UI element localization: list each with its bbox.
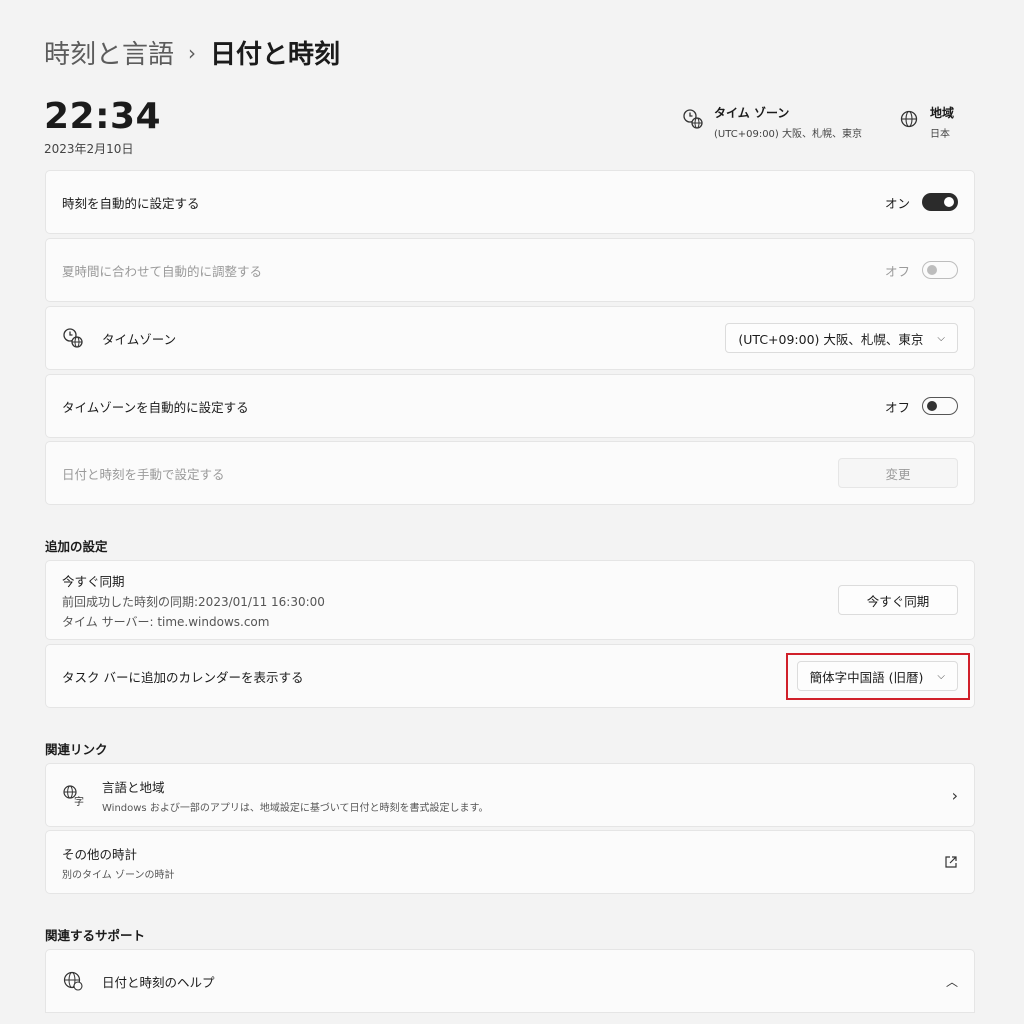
timezone-label: タイムゾーン [102, 331, 177, 347]
related-support-heading: 関連するサポート [45, 928, 146, 943]
date-time-help-title: 日付と時刻のヘルプ [102, 974, 215, 990]
date-time-help-card[interactable]: 日付と時刻のヘルプ ︿ [45, 949, 975, 1013]
globe-help-icon [63, 971, 83, 991]
header-region-title: 地域 [930, 106, 955, 120]
language-region-desc: Windows および一部のアプリは、地域設定に基づいて日付と時刻を書式設定しま… [102, 802, 489, 814]
header-region-value: 日本 [930, 129, 950, 140]
auto-time-card: 時刻を自動的に設定する オン [45, 170, 975, 234]
change-button[interactable]: 変更 [838, 458, 958, 488]
related-links-heading: 関連リンク [45, 742, 108, 757]
manual-time-card: 日付と時刻を手動で設定する 変更 [45, 441, 975, 505]
calendar-label: タスク バーに追加のカレンダーを表示する [62, 669, 304, 685]
breadcrumb-separator: › [188, 40, 197, 65]
header-timezone-value: (UTC+09:00) 大阪、札幌、東京 [714, 129, 863, 140]
breadcrumb: 時刻と言語 › 日付と時刻 [44, 34, 340, 71]
header-timezone-title: タイム ゾーン [714, 106, 790, 120]
chevron-down-icon: ⌵ [937, 332, 945, 344]
dst-card: 夏時間に合わせて自動的に調整する オフ [45, 238, 975, 302]
header-region: 地域 日本 [898, 104, 954, 140]
language-icon: 字 [63, 785, 84, 806]
auto-time-state: オン [884, 195, 910, 211]
current-date: 2023年2月10日 [44, 142, 134, 156]
auto-timezone-card: タイムゾーンを自動的に設定する オフ [45, 374, 975, 438]
highlight-box [786, 653, 970, 700]
other-clocks-link[interactable]: その他の時計 別のタイム ゾーンの時計 [45, 830, 975, 894]
clock-globe-icon [683, 109, 703, 129]
sync-title: 今すぐ同期 [62, 573, 125, 589]
additional-settings-heading: 追加の設定 [45, 539, 108, 554]
timezone-dropdown[interactable]: (UTC+09:00) 大阪、札幌、東京 ⌵ [725, 323, 958, 353]
timezone-dropdown-value: (UTC+09:00) 大阪、札幌、東京 [738, 331, 924, 347]
dst-toggle[interactable] [922, 261, 958, 279]
auto-time-label: 時刻を自動的に設定する [62, 195, 200, 211]
svg-text:字: 字 [74, 795, 84, 806]
other-clocks-title: その他の時計 [62, 846, 138, 862]
breadcrumb-parent[interactable]: 時刻と言語 [44, 34, 174, 71]
auto-time-toggle[interactable] [922, 193, 958, 211]
chevron-up-icon[interactable]: ︿ [946, 973, 958, 990]
current-time: 22:34 [44, 96, 162, 137]
dst-state: オフ [884, 263, 910, 279]
header-timezone: タイム ゾーン (UTC+09:00) 大阪、札幌、東京 [682, 104, 862, 140]
external-link-icon [945, 856, 957, 868]
auto-timezone-label: タイムゾーンを自動的に設定する [62, 399, 249, 415]
language-region-link[interactable]: 字 言語と地域 Windows および一部のアプリは、地域設定に基づいて日付と時… [45, 763, 975, 827]
manual-time-label: 日付と時刻を手動で設定する [62, 466, 225, 482]
last-sync-text: 前回成功した時刻の同期:2023/01/11 16:30:00 [62, 594, 325, 609]
chevron-right-icon: › [951, 785, 958, 805]
sync-now-button[interactable]: 今すぐ同期 [838, 585, 958, 615]
globe-icon [900, 110, 918, 128]
auto-timezone-state: オフ [884, 399, 910, 415]
sync-card: 今すぐ同期 前回成功した時刻の同期:2023/01/11 16:30:00 タイ… [45, 560, 975, 640]
other-clocks-desc: 別のタイム ゾーンの時計 [62, 869, 175, 881]
language-region-title: 言語と地域 [102, 779, 165, 795]
auto-timezone-toggle[interactable] [922, 397, 958, 415]
clock-globe-icon [63, 328, 83, 348]
page-title: 日付と時刻 [210, 40, 341, 70]
dst-label: 夏時間に合わせて自動的に調整する [62, 263, 263, 279]
time-server-text: タイム サーバー: time.windows.com [62, 614, 270, 629]
timezone-card: タイムゾーン (UTC+09:00) 大阪、札幌、東京 ⌵ [45, 306, 975, 370]
